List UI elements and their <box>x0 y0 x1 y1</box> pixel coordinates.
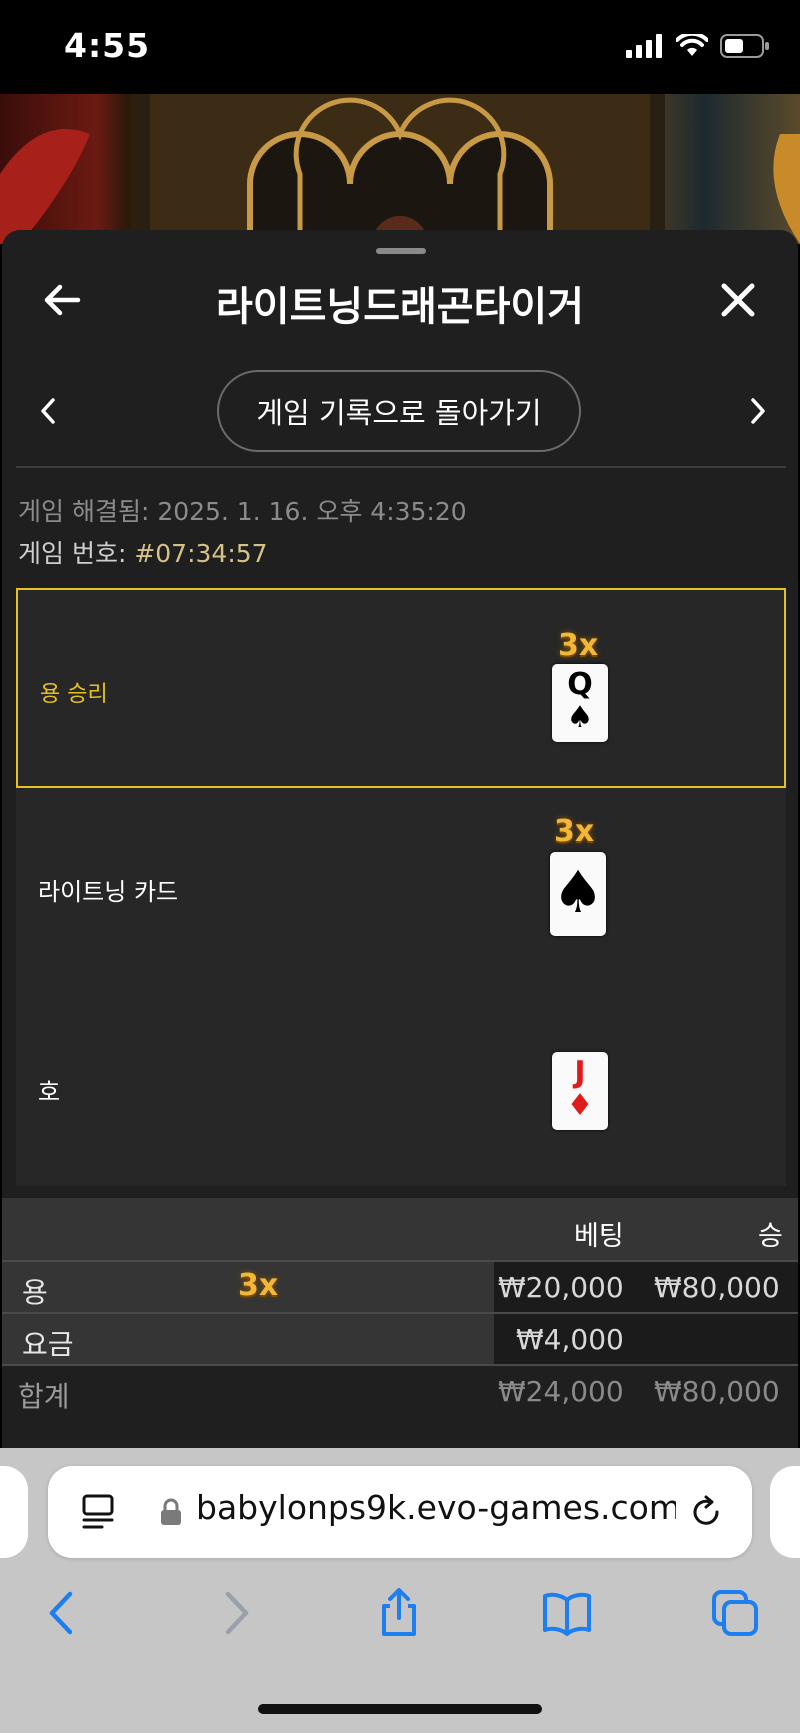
browser-forward-icon[interactable] <box>210 1588 260 1638</box>
column-header-bet: 베팅 <box>574 1221 624 1252</box>
total-bet: ₩24,000 <box>498 1375 624 1408</box>
back-to-history-button[interactable]: 게임 기록으로 돌아가기 <box>217 370 581 452</box>
spade-icon: ♠ <box>566 700 594 735</box>
bet-name: 용 <box>22 1276 48 1309</box>
multiplier-badge: 3x <box>554 814 595 849</box>
total-win: ₩80,000 <box>654 1375 780 1408</box>
result-label: 용 승리 <box>40 682 108 707</box>
table-total-row: 합계 ₩24,000 ₩80,000 <box>2 1364 798 1446</box>
bookmarks-icon[interactable] <box>542 1588 592 1638</box>
share-icon[interactable] <box>374 1588 424 1638</box>
tabs-icon[interactable] <box>710 1588 760 1638</box>
lock-icon <box>161 1498 181 1525</box>
next-tab-preview[interactable] <box>770 1466 800 1558</box>
playing-card: Q ♠ <box>552 664 608 742</box>
status-bar: 4:55 <box>0 0 800 94</box>
game-resolved-time: 게임 해결됨: 2025. 1. 16. 오후 4:35:20 <box>18 497 467 526</box>
divider <box>16 466 786 468</box>
result-label: 호 <box>38 1078 61 1106</box>
spade-icon: ♠ <box>552 858 604 926</box>
status-icons <box>626 34 770 58</box>
playing-card: J ♦ <box>552 1052 608 1130</box>
url-text[interactable]: babylonps9k.evo-games.com <box>196 1488 676 1527</box>
table-row: 요금 ₩4,000 <box>2 1312 798 1364</box>
sheet-grabber[interactable] <box>376 248 426 254</box>
bet-amount: ₩20,000 <box>498 1271 624 1304</box>
bet-name: 요금 <box>22 1328 74 1361</box>
battery-icon <box>720 34 769 58</box>
win-amount: ₩80,000 <box>654 1271 780 1304</box>
reader-mode-icon[interactable] <box>82 1494 116 1530</box>
multiplier-badge: 3x <box>238 1268 279 1303</box>
status-time: 4:55 <box>64 26 151 65</box>
chevron-left-icon[interactable] <box>36 396 60 426</box>
game-number-label: 게임 번호: <box>18 539 135 568</box>
result-row-tiger: 호 J ♦ <box>16 988 786 1186</box>
page-title: 라이트닝드래곤타이거 <box>216 284 584 330</box>
playing-card: ♠ <box>550 852 606 936</box>
game-number-line: 게임 번호: #07:34:57 <box>18 534 268 570</box>
bet-amount: ₩4,000 <box>516 1323 624 1356</box>
game-background <box>0 94 800 244</box>
table-row: 용 3x ₩20,000 ₩80,000 <box>2 1260 798 1312</box>
browser-address-area: babylonps9k.evo-games.com <box>0 1448 800 1568</box>
card-rank: J <box>574 1055 586 1090</box>
result-label: 라이트닝 카드 <box>38 878 179 906</box>
column-header-win: 승 <box>758 1221 783 1252</box>
address-bar[interactable]: babylonps9k.evo-games.com <box>48 1466 752 1558</box>
close-icon[interactable] <box>718 280 758 320</box>
total-label: 합계 <box>18 1380 70 1413</box>
chevron-right-icon[interactable] <box>746 396 770 426</box>
game-number: #07:34:57 <box>134 539 268 568</box>
signal-icon <box>626 34 662 58</box>
previous-tab-preview[interactable] <box>0 1466 28 1558</box>
diamond-icon: ♦ <box>566 1088 594 1123</box>
wifi-icon <box>676 34 708 56</box>
multiplier-badge: 3x <box>558 628 599 663</box>
browser-back-icon[interactable] <box>38 1588 88 1638</box>
result-row-dragon: 용 승리 3x Q ♠ <box>16 588 786 788</box>
card-rank: Q <box>567 667 593 702</box>
home-indicator[interactable] <box>258 1704 542 1714</box>
result-row-lightning-card: 라이트닝 카드 3x ♠ <box>16 788 786 988</box>
art-deco-arch-icon <box>0 94 800 244</box>
table-header: 베팅 승 <box>2 1198 798 1260</box>
reload-icon[interactable] <box>688 1494 724 1530</box>
